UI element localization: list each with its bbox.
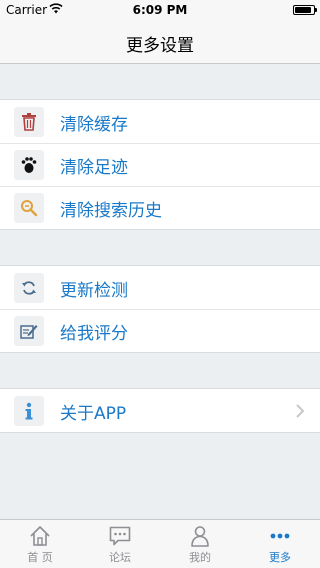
forum-icon <box>109 526 131 546</box>
rate-app-label: 给我评分 <box>60 324 128 344</box>
info-icon <box>14 396 44 426</box>
tab-profile[interactable]: 我的 <box>160 520 240 568</box>
clear-search-history-label: 清除搜索历史 <box>60 201 162 221</box>
tab-more[interactable]: 更多 <box>240 520 320 568</box>
clear-cache-row[interactable]: 清除缓存 <box>0 100 320 143</box>
about-app-label: 关于APP <box>60 404 127 424</box>
home-icon <box>30 526 50 546</box>
tab-home-label: 首 页 <box>27 551 53 564</box>
clear-cache-label: 清除缓存 <box>60 115 128 135</box>
tab-forum[interactable]: 论坛 <box>80 520 160 568</box>
footprint-icon <box>14 150 44 180</box>
clear-footprint-row[interactable]: 清除足迹 <box>0 143 320 186</box>
clear-search-history-row[interactable]: 清除搜索历史 <box>0 186 320 229</box>
chevron-right-icon <box>296 404 305 418</box>
status-time: 6:09 PM <box>132 3 188 17</box>
navigation-bar: 更多设置 <box>0 20 320 64</box>
settings-group-app: 更新检测 给我评分 <box>0 265 320 353</box>
more-icon <box>270 533 290 539</box>
check-update-row[interactable]: 更新检测 <box>0 266 320 309</box>
about-app-row[interactable]: 关于APP <box>0 389 320 432</box>
settings-group-clear: 清除缓存 清除足迹 清除搜索历史 <box>0 99 320 230</box>
settings-group-about: 关于APP <box>0 388 320 433</box>
trash-icon <box>14 107 44 137</box>
tab-home[interactable]: 首 页 <box>0 520 80 568</box>
page-title: 更多设置 <box>126 36 194 56</box>
search-clear-icon <box>14 193 44 223</box>
battery-icon <box>293 5 317 15</box>
profile-icon <box>191 526 209 547</box>
status-bar: Carrier 6:09 PM <box>0 0 320 20</box>
refresh-icon <box>14 273 44 303</box>
check-update-label: 更新检测 <box>60 281 128 301</box>
battery-level-fill <box>295 7 311 13</box>
tab-more-label: 更多 <box>269 551 291 564</box>
rate-edit-icon <box>14 316 44 346</box>
clear-footprint-label: 清除足迹 <box>60 158 128 178</box>
rate-app-row[interactable]: 给我评分 <box>0 309 320 352</box>
tab-bar: 首 页 论坛 我的 更多 <box>0 519 320 568</box>
battery-tip <box>315 8 317 12</box>
tab-forum-label: 论坛 <box>109 551 131 564</box>
tab-profile-label: 我的 <box>189 551 211 564</box>
